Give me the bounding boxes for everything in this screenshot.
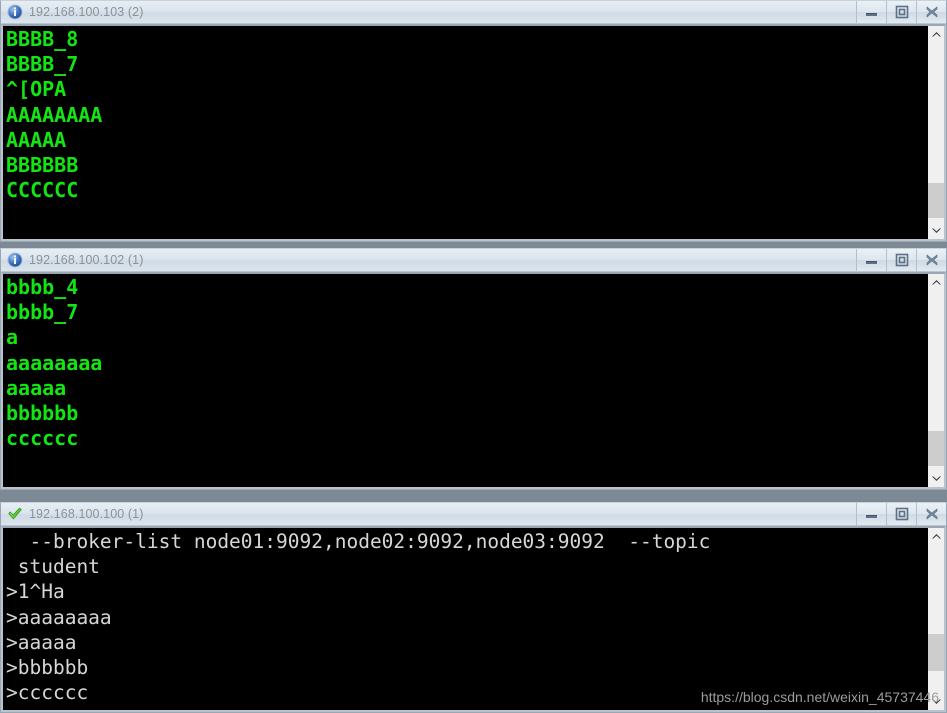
vertical-scrollbar[interactable] xyxy=(927,528,944,710)
terminal-window-1[interactable]: 192.168.100.103 (2) BBBB_8 BBBB_7 ^[OPA … xyxy=(0,0,947,242)
terminal-line: >1^Ha xyxy=(6,580,65,604)
minimize-button[interactable] xyxy=(856,503,886,525)
terminal-line: cccccc xyxy=(6,426,79,451)
minimize-button[interactable] xyxy=(856,1,886,23)
titlebar[interactable]: 192.168.100.103 (2) xyxy=(1,1,946,24)
scroll-down-icon[interactable] xyxy=(928,693,944,710)
scrollbar-thumb[interactable] xyxy=(928,633,944,671)
terminal-line: aaaaa xyxy=(6,375,67,400)
close-button[interactable] xyxy=(916,1,946,23)
terminal-line: bbbbbb xyxy=(6,401,79,426)
window-title: 192.168.100.102 (1) xyxy=(29,253,144,267)
scroll-up-icon[interactable] xyxy=(928,26,944,43)
maximize-button[interactable] xyxy=(886,503,916,525)
terminal-line: ^[OPA xyxy=(6,77,67,102)
window-controls xyxy=(856,1,946,23)
terminal-window-3[interactable]: 192.168.100.100 (1) --broker-list node01… xyxy=(0,502,947,713)
terminal-line: >aaaaa xyxy=(6,630,77,654)
terminal-line: CCCCCC xyxy=(6,178,79,203)
minimize-button[interactable] xyxy=(856,249,886,271)
terminal-line: BBBBBB xyxy=(6,153,79,178)
maximize-button[interactable] xyxy=(886,1,916,23)
terminal-output[interactable]: BBBB_8 BBBB_7 ^[OPA AAAAAAAA AAAAA BBBBB… xyxy=(3,26,927,239)
desktop: 192.168.100.103 (2) BBBB_8 BBBB_7 ^[OPA … xyxy=(0,0,947,713)
terminal-output[interactable]: bbbb_4 bbbb_7 a aaaaaaaa aaaaa bbbbbb cc… xyxy=(3,274,927,487)
terminal-line: a xyxy=(6,325,19,350)
titlebar[interactable]: 192.168.100.102 (1) xyxy=(1,249,946,272)
window-title: 192.168.100.103 (2) xyxy=(29,5,144,19)
terminal-window-2[interactable]: 192.168.100.102 (1) bbbb_4 bbbb_7 a aaaa… xyxy=(0,248,947,490)
terminal-line: AAAAA xyxy=(6,127,67,152)
scrollbar-thumb[interactable] xyxy=(928,182,944,219)
terminal-body: --broker-list node01:9092,node02:9092,no… xyxy=(1,526,946,712)
terminal-line: bbbb_4 xyxy=(6,275,79,299)
scroll-up-icon[interactable] xyxy=(928,274,944,291)
terminal-line: BBBB_8 xyxy=(6,27,79,51)
window-controls xyxy=(856,503,946,525)
terminal-body: bbbb_4 bbbb_7 a aaaaaaaa aaaaa bbbbbb cc… xyxy=(1,272,946,489)
titlebar[interactable]: 192.168.100.100 (1) xyxy=(1,503,946,526)
scroll-down-icon[interactable] xyxy=(928,470,944,487)
terminal-body: BBBB_8 BBBB_7 ^[OPA AAAAAAAA AAAAA BBBBB… xyxy=(1,24,946,241)
terminal-line: --broker-list node01:9092,node02:9092,no… xyxy=(6,530,711,553)
blue-info-icon xyxy=(7,4,23,20)
terminal-line: >cccccc xyxy=(6,681,89,705)
terminal-line: AAAAAAAA xyxy=(6,102,103,127)
terminal-line: aaaaaaaa xyxy=(6,350,103,375)
scrollbar-track[interactable] xyxy=(928,43,944,222)
terminal-output[interactable]: --broker-list node01:9092,node02:9092,no… xyxy=(3,528,927,710)
vertical-scrollbar[interactable] xyxy=(927,26,944,239)
blue-info-icon xyxy=(7,252,23,268)
scroll-up-icon[interactable] xyxy=(928,528,944,545)
window-title: 192.168.100.100 (1) xyxy=(29,507,144,521)
window-controls xyxy=(856,249,946,271)
terminal-line: student xyxy=(6,555,100,579)
close-button[interactable] xyxy=(916,503,946,525)
terminal-line: bbbb_7 xyxy=(6,300,79,325)
terminal-line: >bbbbbb xyxy=(6,656,89,680)
scrollbar-track[interactable] xyxy=(928,291,944,470)
scrollbar-thumb[interactable] xyxy=(928,430,944,467)
scrollbar-track[interactable] xyxy=(928,545,944,693)
maximize-button[interactable] xyxy=(886,249,916,271)
scroll-down-icon[interactable] xyxy=(928,222,944,239)
terminal-line: >aaaaaaaa xyxy=(6,605,112,629)
vertical-scrollbar[interactable] xyxy=(927,274,944,487)
terminal-line: BBBB_7 xyxy=(6,52,79,77)
close-button[interactable] xyxy=(916,249,946,271)
green-check-icon xyxy=(7,506,23,522)
